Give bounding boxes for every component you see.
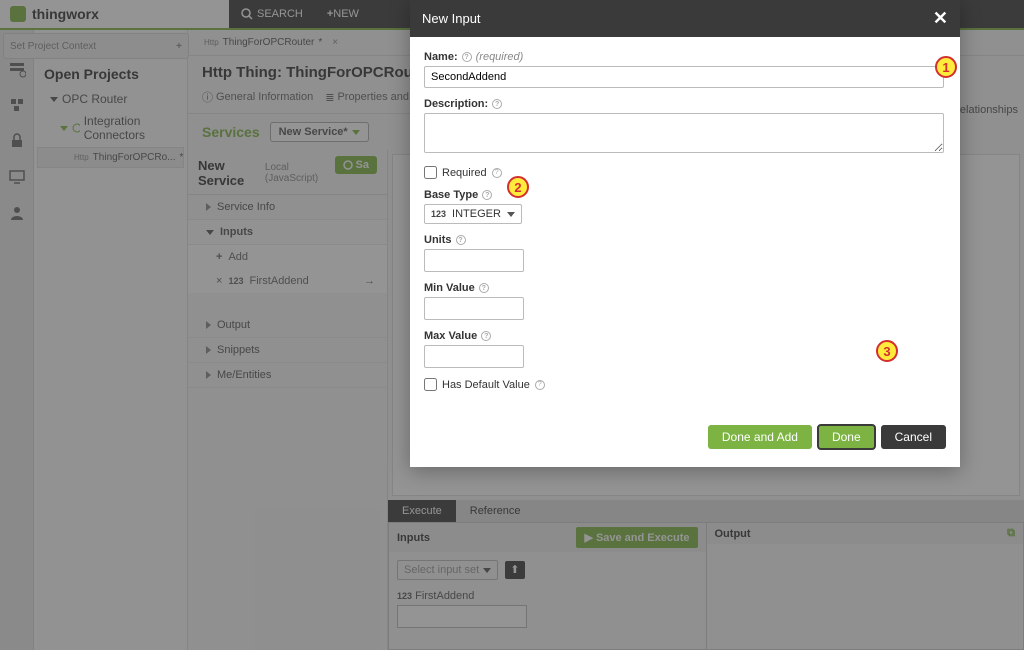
done-button[interactable]: Done [818,425,875,449]
cancel-button[interactable]: Cancel [881,425,946,449]
base-type-label: Base Type ? [424,189,946,201]
help-icon[interactable]: ? [456,235,466,245]
annotation-marker-2: 2 [507,176,529,198]
done-and-add-button[interactable]: Done and Add [708,425,812,449]
max-value-input[interactable] [424,345,524,368]
units-label: Units ? [424,234,946,246]
name-label: Name: ? (required) [424,51,946,63]
modal-body: Name: ? (required) Description: ? Requir… [410,37,960,415]
required-checkbox[interactable] [424,166,437,179]
new-input-modal: New Input ✕ Name: ? (required) Descripti… [410,0,960,467]
base-type-select[interactable]: 123 INTEGER [424,204,522,224]
name-input[interactable] [424,66,944,88]
min-value-input[interactable] [424,297,524,320]
close-icon[interactable]: ✕ [933,8,948,29]
help-icon[interactable]: ? [481,331,491,341]
min-value-label: Min Value ? [424,282,946,294]
modal-footer: Done and Add Done Cancel [410,415,960,467]
help-icon[interactable]: ? [479,283,489,293]
max-value-label: Max Value ? [424,330,946,342]
modal-title: New Input [422,11,481,26]
description-textarea[interactable] [424,113,944,153]
modal-header: New Input ✕ [410,0,960,37]
chevron-down-icon [507,212,515,217]
help-icon[interactable]: ? [492,99,502,109]
has-default-checkbox[interactable] [424,378,437,391]
annotation-marker-1: 1 [935,56,957,78]
help-icon[interactable]: ? [482,190,492,200]
annotation-marker-3: 3 [876,340,898,362]
units-input[interactable] [424,249,524,272]
help-icon[interactable]: ? [492,168,502,178]
help-icon[interactable]: ? [535,380,545,390]
help-icon[interactable]: ? [462,52,472,62]
description-label: Description: ? [424,98,946,110]
